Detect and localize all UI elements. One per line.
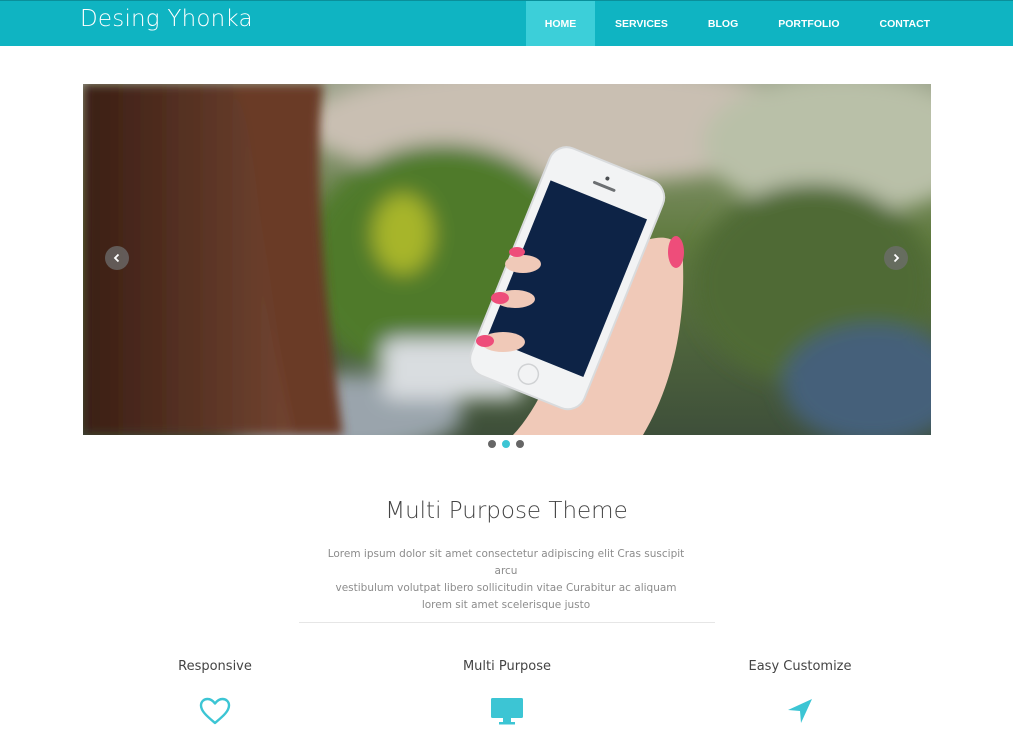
nav-blog[interactable]: BLOG <box>688 1 758 46</box>
hero-slide-image <box>83 84 931 435</box>
feature-title: Responsive <box>178 659 252 674</box>
slider-dot-3[interactable] <box>516 440 524 448</box>
nav-services[interactable]: SERVICES <box>595 1 688 46</box>
chevron-left-icon <box>113 253 120 263</box>
feature-title: Multi Purpose <box>462 659 552 674</box>
nav-home[interactable]: HOME <box>526 1 595 46</box>
monitor-icon <box>489 696 525 726</box>
main-nav: HOME SERVICES BLOG PORTFOLIO CONTACT <box>526 1 950 46</box>
slider-next-button[interactable] <box>884 246 908 270</box>
section-title: Multi Purpose Theme <box>385 498 628 524</box>
navigation-arrow-icon <box>782 696 818 726</box>
top-navbar: Desing Yhonka HOME SERVICES BLOG PORTFOL… <box>0 0 1013 46</box>
feature-title: Easy Customize <box>748 659 852 674</box>
feature-easy-customize: Easy Customize <box>700 659 900 726</box>
nav-contact[interactable]: CONTACT <box>860 1 951 46</box>
feature-responsive: Responsive <box>115 659 315 726</box>
slider-dot-1[interactable] <box>488 440 496 448</box>
feature-multi-purpose: Multi Purpose <box>407 659 607 726</box>
hero-slider <box>83 84 931 435</box>
chevron-right-icon <box>893 253 900 263</box>
section-divider <box>299 622 715 623</box>
nav-portfolio[interactable]: PORTFOLIO <box>758 1 859 46</box>
slider-dot-2[interactable] <box>502 440 510 448</box>
description-line: lorem sit amet scelerisque justo <box>421 599 591 611</box>
description-line: vestibulum volutpat libero sollicitudin … <box>335 582 677 594</box>
section-description: Lorem ipsum dolor sit amet consectetur a… <box>316 546 696 614</box>
description-line: Lorem ipsum dolor sit amet consectetur a… <box>327 548 685 577</box>
slider-prev-button[interactable] <box>105 246 129 270</box>
site-logo-text[interactable]: Desing Yhonka <box>80 6 253 32</box>
slider-pagination <box>488 440 524 448</box>
heart-icon <box>197 696 233 726</box>
